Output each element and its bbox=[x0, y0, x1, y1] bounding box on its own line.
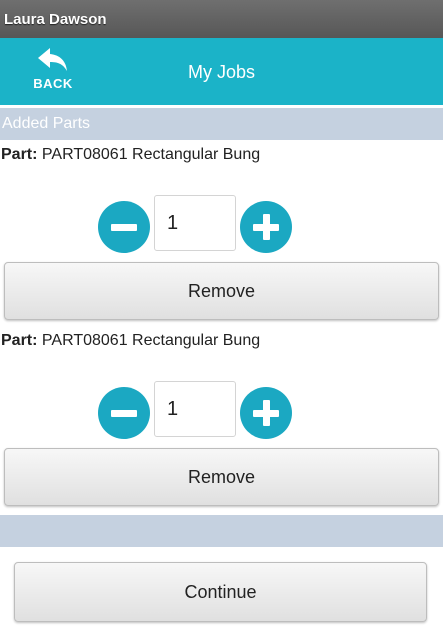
increase-quantity-button[interactable] bbox=[240, 201, 292, 253]
app-header: BACK My Jobs bbox=[0, 38, 443, 105]
remove-button[interactable]: Remove bbox=[4, 448, 439, 506]
quantity-input[interactable] bbox=[154, 381, 236, 437]
part-label: Part: bbox=[1, 332, 38, 349]
status-bar: Laura Dawson bbox=[0, 0, 443, 38]
minus-icon bbox=[111, 224, 137, 231]
decrease-quantity-button[interactable] bbox=[98, 201, 150, 253]
part-line: Part: PART08061 Rectangular Bung bbox=[1, 146, 260, 164]
continue-button[interactable]: Continue bbox=[14, 562, 427, 622]
quantity-stepper bbox=[98, 381, 298, 441]
section-divider bbox=[0, 515, 443, 547]
section-header-added-parts: Added Parts bbox=[0, 108, 443, 140]
increase-quantity-button[interactable] bbox=[240, 387, 292, 439]
minus-icon bbox=[111, 410, 137, 417]
quantity-input[interactable] bbox=[154, 195, 236, 251]
part-name: PART08061 Rectangular Bung bbox=[41, 146, 261, 163]
decrease-quantity-button[interactable] bbox=[98, 387, 150, 439]
remove-button[interactable]: Remove bbox=[4, 262, 439, 320]
part-line: Part: PART08061 Rectangular Bung bbox=[1, 332, 260, 350]
part-name: PART08061 Rectangular Bung bbox=[41, 332, 261, 349]
user-name: Laura Dawson bbox=[4, 10, 107, 28]
quantity-stepper bbox=[98, 195, 298, 255]
part-label: Part: bbox=[1, 146, 38, 163]
page-title: My Jobs bbox=[187, 62, 256, 82]
